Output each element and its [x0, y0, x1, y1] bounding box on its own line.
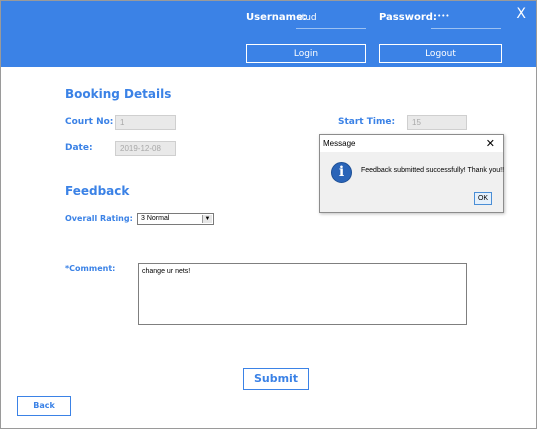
header-bar: Username: stud Password: •••• X Login Lo…	[1, 1, 536, 67]
start-time-label: Start Time:	[338, 117, 396, 127]
dialog-title: Message	[323, 139, 356, 148]
comment-label: *Comment:	[65, 264, 116, 273]
submit-button[interactable]: Submit	[243, 368, 309, 390]
dialog-close-icon[interactable]: ✕	[486, 137, 495, 150]
date-field[interactable]: 2019-12-08	[115, 141, 176, 156]
dialog-message: Feedback submitted successfully! Thank y…	[361, 167, 505, 174]
court-no-label: Court No:	[65, 117, 114, 127]
comment-textarea[interactable]: change ur nets!	[138, 263, 467, 325]
date-label: Date:	[65, 143, 93, 153]
info-icon: i	[331, 162, 352, 183]
overall-rating-label: Overall Rating:	[65, 214, 133, 223]
feedback-heading: Feedback	[65, 184, 130, 198]
overall-rating-value: 3 Normal	[141, 215, 170, 222]
ok-button[interactable]: OK	[474, 192, 492, 205]
username-underline	[296, 28, 366, 29]
logout-button[interactable]: Logout	[379, 44, 502, 63]
login-button[interactable]: Login	[246, 44, 366, 63]
back-button[interactable]: Back	[17, 396, 71, 416]
overall-rating-select[interactable]: 3 Normal ▼	[137, 213, 214, 225]
password-underline	[431, 28, 501, 29]
court-no-field[interactable]: 1	[115, 115, 176, 130]
password-label: Password:	[379, 12, 437, 23]
password-field[interactable]: ••••	[433, 12, 450, 20]
username-field[interactable]: stud	[297, 13, 317, 23]
message-dialog: Message ✕ i Feedback submitted successfu…	[319, 134, 504, 213]
main-window: Username: stud Password: •••• X Login Lo…	[0, 0, 537, 429]
booking-details-heading: Booking Details	[65, 87, 172, 101]
start-time-field[interactable]: 15	[407, 115, 467, 130]
chevron-down-icon[interactable]: ▼	[202, 215, 212, 223]
close-window-button[interactable]: X	[516, 6, 526, 22]
